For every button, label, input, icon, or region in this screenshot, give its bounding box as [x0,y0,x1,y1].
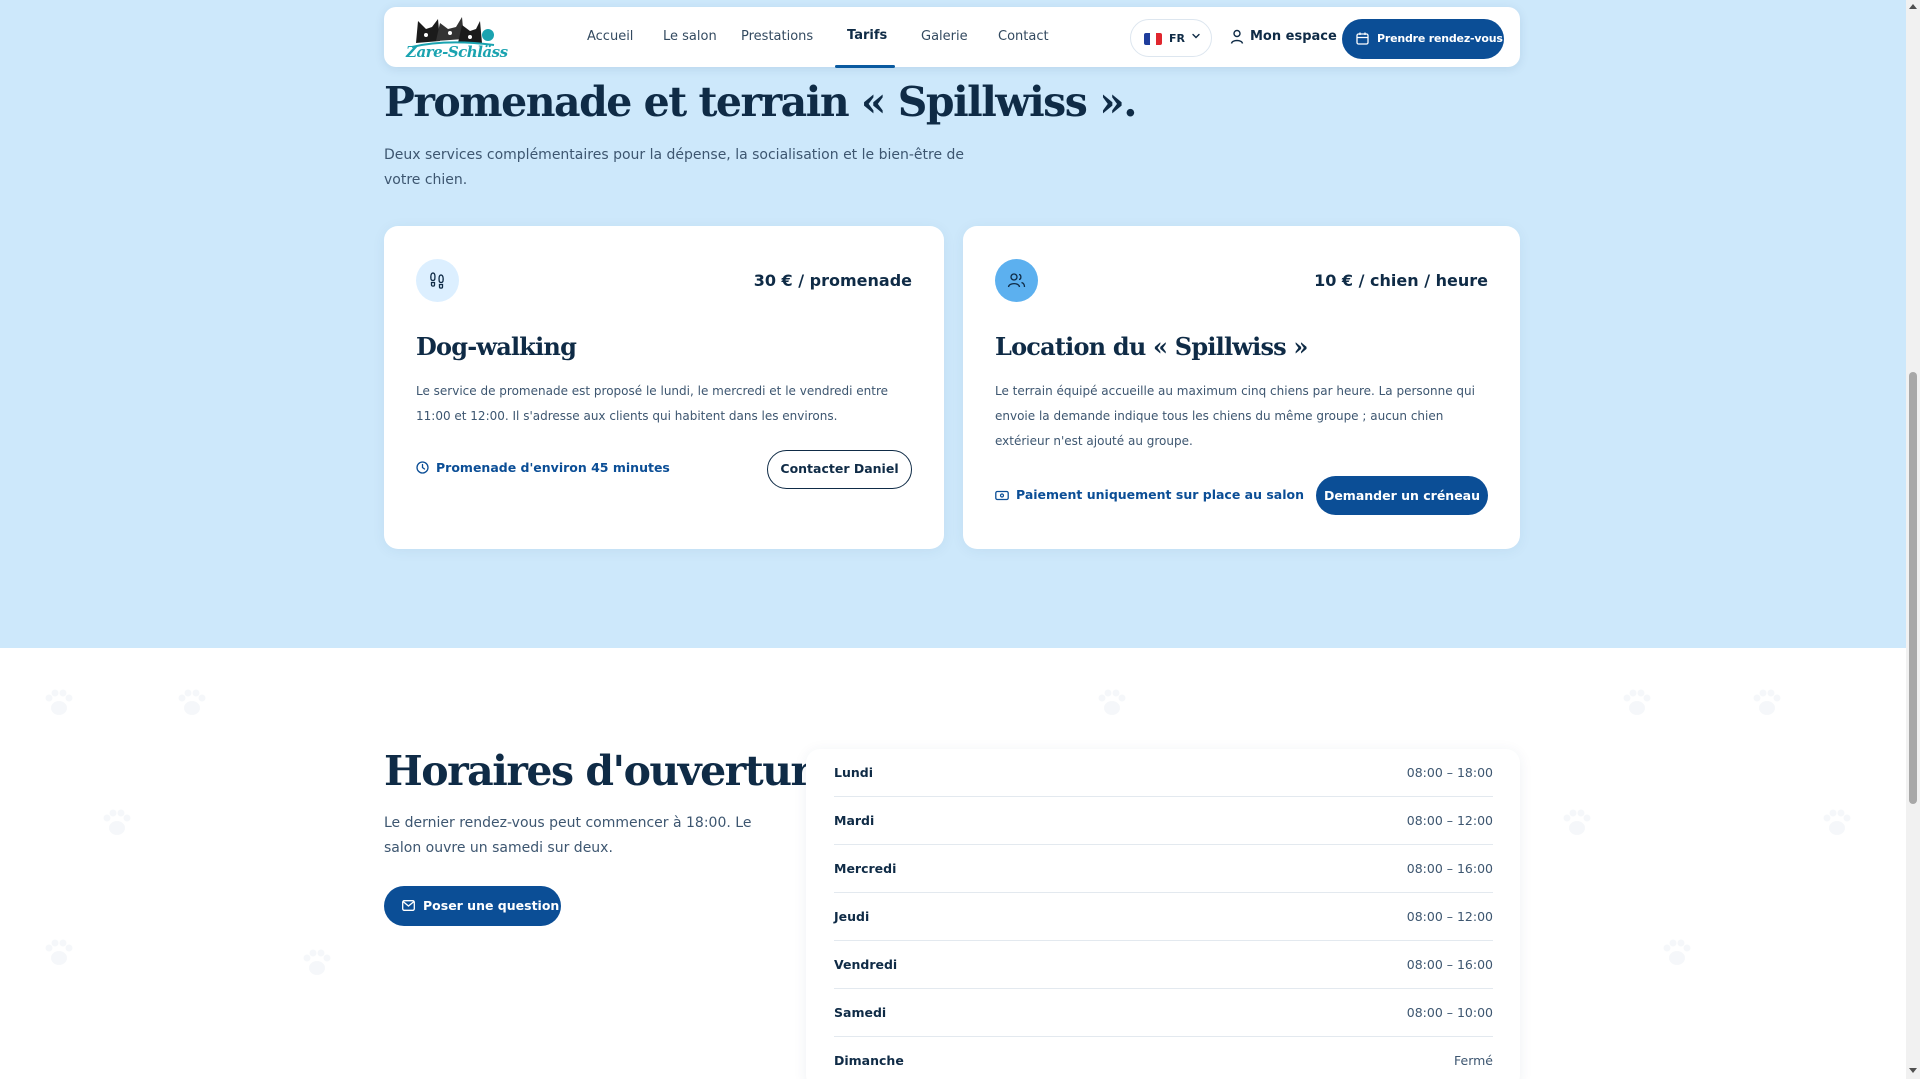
footprints-icon [416,259,459,302]
france-flag-icon [1144,33,1162,45]
paw-pattern-icon [1623,689,1651,715]
mail-icon [402,900,415,911]
language-code: FR [1169,32,1185,45]
services-title: Promenade et terrain « Spillwiss ». [384,78,1138,126]
hours-time: 08:00 – 18:00 [1406,765,1493,780]
language-selector[interactable]: FR [1130,19,1212,57]
paw-pattern-icon [303,949,331,975]
scrollbar-thumb[interactable] [1909,372,1917,804]
page-scrollbar[interactable] [1906,0,1920,1079]
hours-day: Mardi [834,813,875,828]
paw-pattern-icon [45,689,73,715]
ask-question-button[interactable]: Poser une question [384,886,561,926]
dog-walking-duration: Promenade d'environ 45 minutes [416,460,670,475]
nav-link-tarifs[interactable]: Tarifs [847,28,887,43]
hours-day: Samedi [834,1005,887,1020]
hours-time: 08:00 – 16:00 [1406,957,1493,972]
clock-icon [416,461,429,474]
spillwiss-title: Location du « Spillwiss » [995,332,1308,361]
hours-time: 08:00 – 10:00 [1406,1005,1493,1020]
spillwiss-rental-card: 10 € / chien / heure Location du « Spill… [963,226,1520,549]
paw-pattern-icon [1823,809,1851,835]
hours-day: Dimanche [834,1053,904,1068]
services-subtitle: Deux services complémentaires pour la dé… [384,147,965,188]
nav-link-galerie[interactable]: Galerie [921,29,968,44]
hours-time: 08:00 – 16:00 [1406,861,1493,876]
dog-walking-card: 30 € / promenade Dog-walking Le service … [384,226,944,549]
nav-link-accueil[interactable]: Accueil [587,29,633,44]
hours-time: Fermé [1454,1053,1493,1068]
ask-question-label: Poser une question [423,898,560,913]
hours-row-lundi: Lundi 08:00 – 18:00 [834,749,1493,797]
hours-day: Mercredi [834,861,897,876]
paw-pattern-icon [1098,689,1126,715]
request-slot-button[interactable]: Demander un créneau [1316,476,1488,515]
hours-row-samedi: Samedi 08:00 – 10:00 [834,989,1493,1037]
chevron-down-icon [1192,33,1200,39]
paw-pattern-icon [1563,809,1591,835]
book-appointment-label: Prendre rendez-vous [1377,32,1503,45]
dog-walking-price: 30 € / promenade [753,271,912,290]
hours-time: 08:00 – 12:00 [1406,909,1493,924]
scroll-down-arrow-icon[interactable] [1909,1068,1917,1073]
contact-daniel-button[interactable]: Contacter Daniel [767,450,912,489]
paw-pattern-icon [45,939,73,965]
logo-text: Zare-Schläss [406,43,508,61]
nav-link-le-salon[interactable]: Le salon [663,29,717,44]
hours-row-dimanche: Dimanche Fermé [834,1037,1493,1079]
hours-time: 08:00 – 12:00 [1406,813,1493,828]
hours-row-vendredi: Vendredi 08:00 – 16:00 [834,941,1493,989]
scroll-up-arrow-icon[interactable] [1909,4,1917,9]
paw-pattern-icon [178,689,206,715]
dog-walking-title: Dog-walking [416,332,577,361]
spillwiss-payment-note: Paiement uniquement sur place au salon [995,487,1304,502]
user-icon[interactable] [1230,29,1244,45]
opening-hours-table: Lundi 08:00 – 18:00 Mardi 08:00 – 12:00 … [806,749,1520,1079]
users-icon [995,259,1038,302]
nav-link-prestations[interactable]: Prestations [741,29,813,44]
hours-day: Lundi [834,765,873,780]
spillwiss-payment-text: Paiement uniquement sur place au salon [1016,487,1304,502]
dog-walking-description: Le service de promenade est proposé le l… [416,384,889,423]
calendar-icon [1356,32,1369,45]
banknote-icon [995,490,1009,501]
paw-pattern-icon [1753,689,1781,715]
hours-day: Vendredi [834,957,898,972]
paw-pattern-icon [1663,939,1691,965]
opening-hours-title: Horaires d'ouverture. [384,747,849,795]
hours-row-jeudi: Jeudi 08:00 – 12:00 [834,893,1493,941]
hours-row-mardi: Mardi 08:00 – 12:00 [834,797,1493,845]
opening-hours-subtitle: Le dernier rendez-vous peut commencer à … [384,815,752,856]
hours-row-mercredi: Mercredi 08:00 – 16:00 [834,845,1493,893]
services-section: Zare-Schläss Accueil Le salon Prestation… [0,0,1906,648]
dog-walking-duration-text: Promenade d'environ 45 minutes [436,460,670,475]
active-tab-indicator [835,65,895,68]
book-appointment-button[interactable]: Prendre rendez-vous [1342,19,1504,59]
spillwiss-price: 10 € / chien / heure [1314,271,1488,290]
nav-link-contact[interactable]: Contact [998,29,1049,44]
hours-day: Jeudi [834,909,870,924]
top-navbar: Zare-Schläss Accueil Le salon Prestation… [384,7,1520,68]
spillwiss-description: Le terrain équipé accueille au maximum c… [995,384,1475,448]
account-link[interactable]: Mon espace [1250,29,1337,44]
paw-pattern-icon [103,809,131,835]
